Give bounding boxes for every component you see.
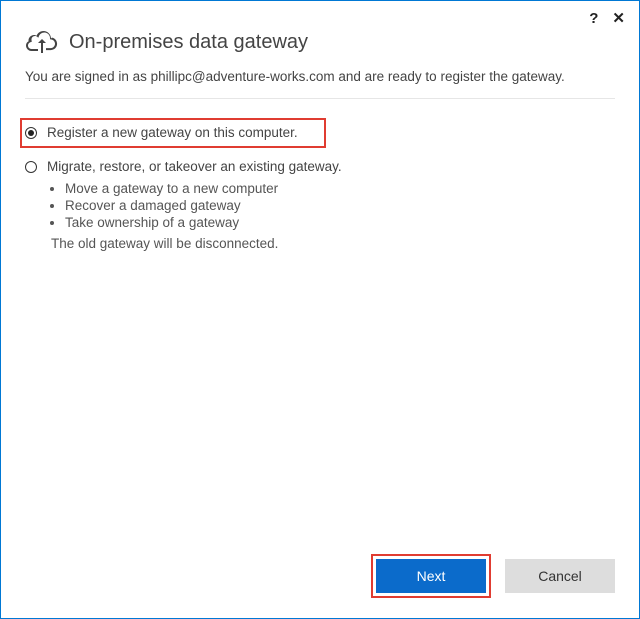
- option-migrate[interactable]: Migrate, restore, or takeover an existin…: [25, 159, 615, 251]
- migrate-bullet-2: Recover a damaged gateway: [65, 198, 615, 213]
- status-prefix: You are signed in as: [25, 69, 151, 84]
- option-register[interactable]: Register a new gateway on this computer.: [25, 125, 615, 141]
- cloud-upload-icon: [25, 29, 59, 55]
- close-icon[interactable]: ✕: [612, 11, 625, 26]
- status-email: phillipc@adventure-works.com: [151, 69, 335, 84]
- help-icon[interactable]: ?: [589, 11, 598, 26]
- radio-register[interactable]: [25, 127, 37, 139]
- migrate-bullet-1: Move a gateway to a new computer: [65, 181, 615, 196]
- window-controls: ? ✕: [589, 11, 625, 26]
- migrate-bullet-3: Take ownership of a gateway: [65, 215, 615, 230]
- migrate-sublist: Move a gateway to a new computer Recover…: [51, 181, 615, 230]
- dialog-header: On-premises data gateway: [25, 29, 615, 55]
- dialog-title: On-premises data gateway: [69, 31, 308, 54]
- next-button[interactable]: Next: [376, 559, 486, 593]
- divider: [25, 98, 615, 99]
- migrate-note: The old gateway will be disconnected.: [51, 236, 615, 251]
- option-register-label: Register a new gateway on this computer.: [47, 125, 615, 141]
- highlight-next: Next: [371, 554, 491, 598]
- signin-status: You are signed in as phillipc@adventure-…: [25, 69, 615, 84]
- status-suffix: and are ready to register the gateway.: [335, 69, 565, 84]
- option-migrate-label: Migrate, restore, or takeover an existin…: [47, 159, 615, 175]
- gateway-dialog: ? ✕ On-premises data gateway You are sig…: [0, 0, 640, 619]
- dialog-footer: Next Cancel: [371, 554, 615, 598]
- cancel-button[interactable]: Cancel: [505, 559, 615, 593]
- options-group: Register a new gateway on this computer.…: [25, 125, 615, 251]
- radio-migrate[interactable]: [25, 161, 37, 173]
